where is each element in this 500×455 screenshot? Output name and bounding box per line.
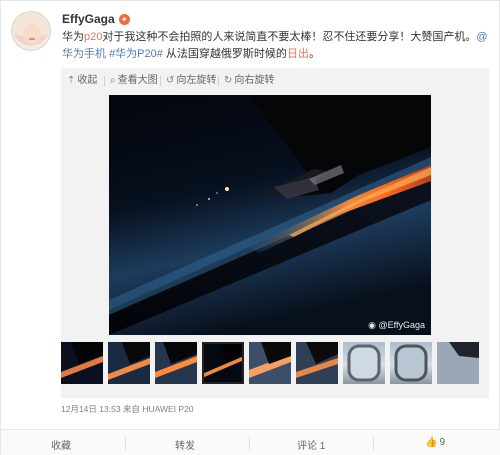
- toolbar-divider: [218, 76, 219, 86]
- weibo-logo-icon: ◉: [368, 320, 376, 330]
- like-count: 9: [439, 437, 446, 448]
- thumbnail-2[interactable]: [108, 342, 150, 384]
- thumbnail-image: [202, 342, 244, 384]
- thumbnail-image: [347, 344, 381, 382]
- comment-button[interactable]: 评论 1: [297, 437, 325, 452]
- action-bar: 收藏 转发 评论 1 👍 9: [1, 429, 500, 455]
- avatar-lip: [29, 38, 35, 40]
- collapse-button[interactable]: ⇡ 收起: [67, 74, 97, 88]
- post-text: 华为p20对于我这种不会拍照的人来说简直不要太棒！忍不住还要分享！大赞国产机。@…: [62, 29, 488, 63]
- view-large-label: 查看大图: [117, 75, 158, 86]
- thumbs-up-icon: 👍: [425, 437, 438, 448]
- post-text-part-6: 。: [308, 48, 320, 60]
- hashtag-link[interactable]: #华为P20#: [109, 48, 163, 60]
- timestamp[interactable]: 12月14日 13:53: [61, 404, 121, 414]
- collapse-icon: ⇡: [67, 75, 76, 86]
- thumbnail-image: [249, 342, 291, 384]
- thumbnail-image: [108, 342, 150, 384]
- username-row: EffyGaga ✦: [62, 12, 130, 26]
- thumbnail-8[interactable]: [390, 342, 432, 384]
- main-photo[interactable]: ◉ @EffyGaga: [109, 95, 431, 335]
- username[interactable]: EffyGaga: [62, 12, 115, 26]
- weibo-post-card: EffyGaga ✦ 华为p20对于我这种不会拍照的人来说简直不要太棒！忍不住还要…: [0, 0, 500, 455]
- media-toolbar: ⇡ 收起 ⌕ 查看大图 ↺ 向左旋转 ↻ 向右旋转: [61, 68, 489, 92]
- thumbnail-9[interactable]: [437, 342, 479, 384]
- thumbnail-image: [437, 342, 479, 384]
- post-text-part-1: 华为: [62, 31, 84, 43]
- repost-button[interactable]: 转发: [175, 437, 195, 452]
- rotate-right-label: 向右旋转: [234, 75, 275, 86]
- thumbnail-3[interactable]: [155, 342, 197, 384]
- vip-badge-icon[interactable]: ✦: [118, 14, 130, 25]
- post-text-part-4: 从法国穿越俄罗斯时候的: [162, 48, 287, 60]
- thumbnail-1[interactable]: [61, 342, 103, 384]
- avatar[interactable]: [11, 11, 51, 51]
- source-device[interactable]: HUAWEI P20: [142, 404, 193, 414]
- sunrise-wing-photo: [109, 95, 431, 335]
- watermark-text: @EffyGaga: [378, 320, 426, 330]
- post-text-part-3: 对于我这种不会拍照的人来说简直不要太棒！忍不住还要分享！大赞国产机。: [102, 31, 477, 43]
- action-divider: [249, 436, 250, 450]
- rotate-left-icon: ↺: [166, 75, 175, 86]
- like-button[interactable]: 👍 9: [425, 437, 445, 448]
- action-divider: [373, 436, 374, 450]
- favorite-button[interactable]: 收藏: [51, 437, 71, 452]
- thumbnail-image: [155, 342, 197, 384]
- keyword-p20: p20: [84, 31, 103, 43]
- thumbnail-5[interactable]: [249, 342, 291, 384]
- photo-watermark: ◉ @EffyGaga: [368, 320, 425, 331]
- action-divider: [125, 436, 126, 450]
- rotate-left-label: 向左旋转: [176, 75, 217, 86]
- rotate-right-icon: ↻: [224, 75, 233, 86]
- thumbnail-image: [296, 342, 338, 384]
- thumbnail-strip: [61, 342, 489, 384]
- media-panel: ⇡ 收起 ⌕ 查看大图 ↺ 向左旋转 ↻ 向右旋转 ◉ @EffyGaga: [61, 68, 489, 398]
- toolbar-divider: [160, 76, 161, 86]
- post-meta: 12月14日 13:53 来自 HUAWEI P20: [61, 403, 193, 415]
- thumbnail-6[interactable]: [296, 342, 338, 384]
- toolbar-divider: [104, 76, 105, 86]
- magnifier-icon: ⌕: [110, 75, 116, 86]
- rotate-right-button[interactable]: ↻ 向右旋转: [224, 74, 274, 88]
- source-prefix: 来自: [122, 404, 140, 414]
- avatar-face: [23, 24, 41, 44]
- view-large-button[interactable]: ⌕ 查看大图: [110, 74, 158, 88]
- thumbnail-image: [61, 342, 103, 384]
- collapse-label: 收起: [77, 75, 98, 86]
- thumbnail-7[interactable]: [343, 342, 385, 384]
- rotate-left-button[interactable]: ↺ 向左旋转: [166, 74, 216, 88]
- keyword-sunrise: 日出: [286, 48, 309, 60]
- thumbnail-image: [394, 344, 428, 382]
- thumbnail-4-active[interactable]: [202, 342, 244, 384]
